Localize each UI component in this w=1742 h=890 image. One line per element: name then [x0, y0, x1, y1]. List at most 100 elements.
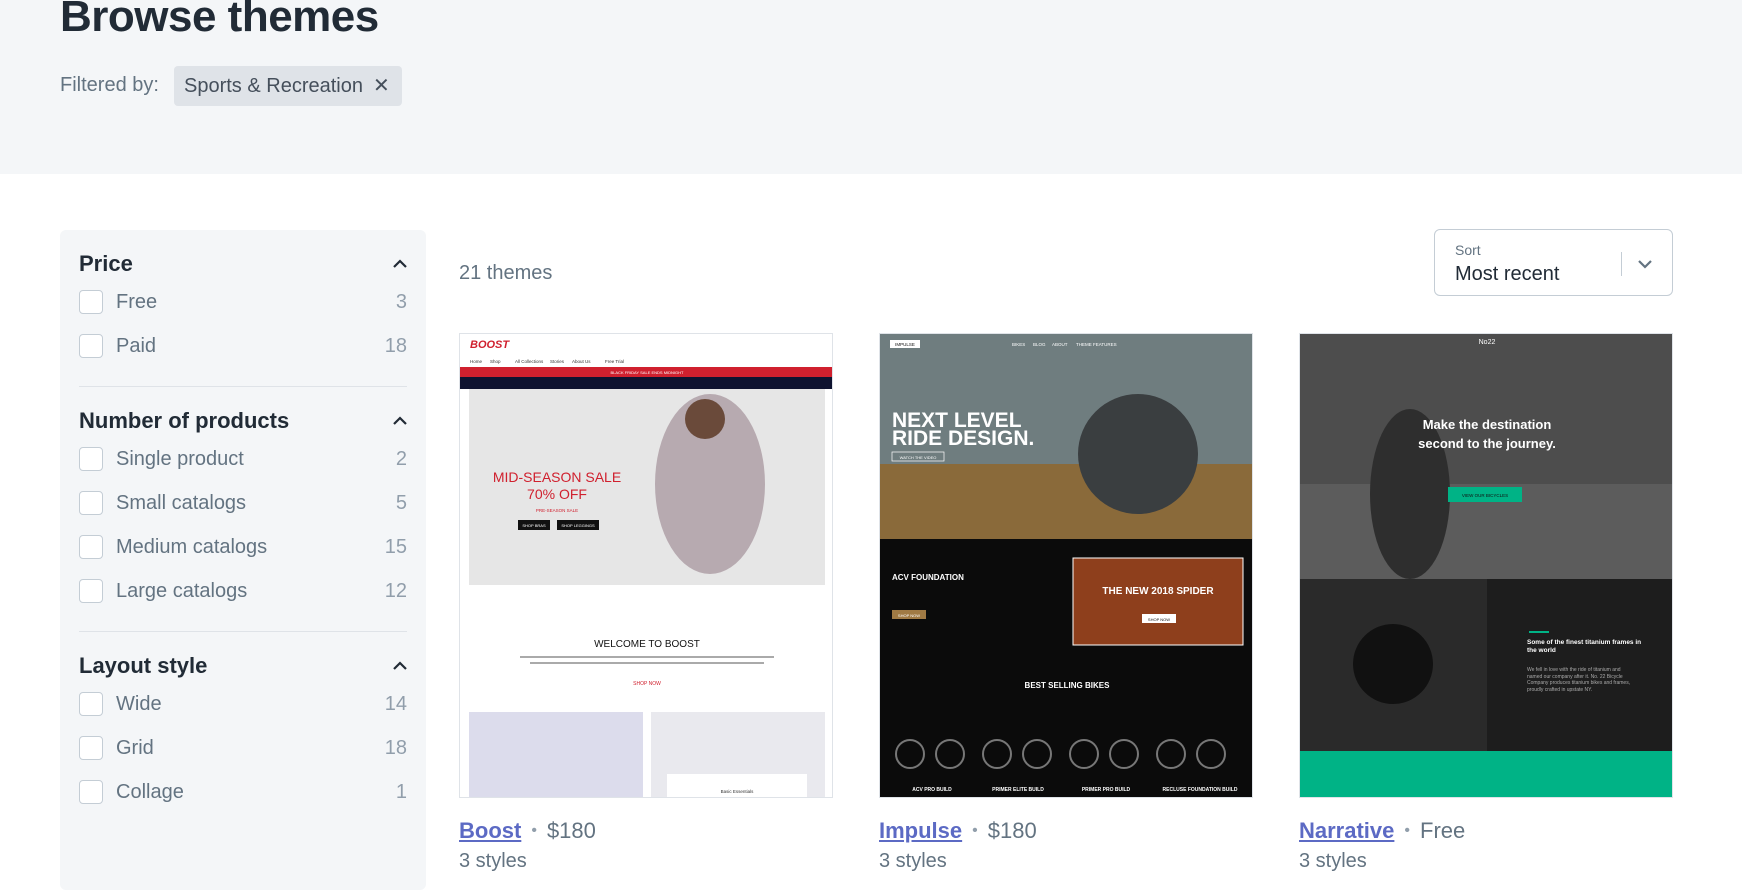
chevron-up-icon[interactable]	[393, 414, 407, 428]
impulse-bike-label: ACV PRO BUILD	[912, 787, 952, 793]
sort-value: Most recent	[1455, 263, 1560, 285]
filter-option-label: Medium catalogs	[116, 535, 268, 558]
filter-option-label: Single product	[116, 447, 244, 470]
filter-option-label: Free	[116, 290, 158, 313]
checkbox[interactable]	[79, 692, 103, 716]
filter-option-paid[interactable]: Paid 18	[79, 324, 407, 368]
theme-card-narrative[interactable]: No22 Make the destination second to the …	[1299, 333, 1673, 873]
theme-preview-image[interactable]: No22 Make the destination second to the …	[1299, 333, 1673, 798]
separator-dot: •	[1404, 822, 1410, 839]
page-header: Browse themes Filtered by: Sports & Recr…	[0, 0, 1742, 174]
theme-card-impulse[interactable]: IMPULSE BIKES BLOG ABOUT THEME FEATURES …	[879, 333, 1253, 873]
theme-styles: 3 styles	[1299, 850, 1367, 872]
boost-nav-item: About Us	[572, 359, 591, 364]
filter-option-large-catalogs[interactable]: Large catalogs 12	[79, 569, 407, 613]
impulse-nav-item: THEME FEATURES	[1076, 342, 1117, 347]
sort-select[interactable]: Sort Most recent	[1434, 229, 1673, 296]
boost-headline-2: 70% OFF	[527, 486, 587, 502]
filter-section-header[interactable]: Number of products	[79, 405, 407, 437]
filter-option-count: 18	[384, 334, 407, 357]
filter-option-count: 18	[384, 736, 407, 759]
boost-banner: BLACK FRIDAY SALE ENDS MIDNIGHT	[611, 370, 685, 375]
boost-subhead: PRE-SEASON SALE	[536, 508, 578, 513]
filter-option-label: Paid	[116, 334, 157, 357]
theme-card-boost[interactable]: BOOST Home Shop All Collections Stories …	[459, 333, 833, 873]
filter-option-label: Small catalogs	[116, 491, 247, 514]
checkbox[interactable]	[79, 780, 103, 804]
boost-tag: Basic Essentials	[721, 789, 755, 794]
theme-meta: Impulse • $180	[879, 818, 1253, 844]
filter-option-count: 2	[395, 447, 407, 470]
filter-option-count: 5	[395, 491, 407, 514]
theme-price: $180	[987, 818, 1037, 843]
filter-option-small-catalogs[interactable]: Small catalogs 5	[79, 481, 407, 525]
filter-option-grid[interactable]: Grid 18	[79, 726, 407, 770]
impulse-promo-1-btn: SHOP NOW	[898, 613, 920, 618]
page-title: Browse themes	[60, 0, 379, 41]
checkbox[interactable]	[79, 447, 103, 471]
impulse-promo-2-btn: SHOP NOW	[1148, 617, 1170, 622]
filter-section-header[interactable]: Price	[79, 248, 407, 280]
theme-name-link[interactable]: Boost	[459, 818, 521, 844]
filter-option-count: 12	[384, 579, 407, 602]
narrative-logo: No22	[1479, 339, 1496, 346]
impulse-best-title: BEST SELLING BIKES	[1025, 681, 1111, 690]
boost-welcome-link: SHOP NOW	[633, 681, 661, 687]
boost-nav-item: Home	[470, 359, 483, 364]
filter-section-title: Layout style	[79, 653, 208, 678]
filter-section-title: Price	[79, 251, 133, 276]
boost-logo: BOOST	[470, 339, 510, 351]
filter-option-wide[interactable]: Wide 14	[79, 682, 407, 726]
theme-preview-image[interactable]: IMPULSE BIKES BLOG ABOUT THEME FEATURES …	[879, 333, 1253, 798]
impulse-bike-label: PRIMER PRO BUILD	[1082, 787, 1131, 793]
filter-option-label: Collage	[116, 780, 184, 803]
chevron-up-icon[interactable]	[393, 257, 407, 271]
checkbox[interactable]	[79, 491, 103, 515]
boost-btn-2: SHOP LEGGINGS	[561, 523, 595, 528]
theme-meta: Boost • $180	[459, 818, 833, 844]
filter-option-free[interactable]: Free 3	[79, 280, 407, 324]
filter-section-price: Price Free 3 Paid 18	[79, 230, 407, 368]
separator-dot: •	[531, 822, 537, 839]
separator-dot: •	[972, 822, 978, 839]
sort-divider	[1621, 252, 1622, 276]
impulse-headline-2: RIDE DESIGN.	[892, 427, 1034, 450]
theme-preview-image[interactable]: BOOST Home Shop All Collections Stories …	[459, 333, 833, 798]
filter-option-count: 14	[384, 692, 407, 715]
boost-nav-item: All Collections	[515, 359, 544, 364]
narrative-headline-1: Make the destination	[1423, 417, 1552, 432]
filter-option-collage[interactable]: Collage 1	[79, 770, 407, 814]
boost-headline-1: MID-SEASON SALE	[493, 469, 621, 485]
theme-name-link[interactable]: Narrative	[1299, 818, 1394, 844]
theme-name-link[interactable]: Impulse	[879, 818, 962, 844]
boost-nav-item: Shop	[490, 359, 501, 364]
filter-option-count: 3	[395, 290, 407, 313]
filter-section-header[interactable]: Layout style	[79, 650, 407, 682]
narrative-feature-title: Some of the finest titanium frames in th…	[1527, 639, 1642, 654]
filter-option-medium-catalogs[interactable]: Medium catalogs 15	[79, 525, 407, 569]
remove-filter-icon[interactable]: ✕	[373, 76, 390, 96]
checkbox[interactable]	[79, 334, 103, 358]
checkbox[interactable]	[79, 290, 103, 314]
chevron-down-icon[interactable]	[1637, 256, 1653, 272]
theme-price: $180	[546, 818, 596, 843]
active-filter-chip[interactable]: Sports & Recreation ✕	[174, 66, 402, 106]
results-count: 21 themes	[459, 262, 553, 284]
boost-btn-1: SHOP BRAS	[522, 523, 546, 528]
boost-welcome: WELCOME TO BOOST	[594, 639, 700, 650]
theme-price: Free	[1420, 818, 1466, 843]
checkbox[interactable]	[79, 579, 103, 603]
impulse-nav-item: BIKES	[1012, 342, 1025, 347]
impulse-bike-label: RECLUSE FOUNDATION BUILD	[1163, 787, 1238, 793]
impulse-hero-btn: WATCH THE VIDEO	[900, 455, 937, 460]
sort-caption: Sort	[1455, 242, 1481, 258]
chevron-up-icon[interactable]	[393, 659, 407, 673]
filter-option-label: Wide	[116, 692, 162, 715]
filter-option-single-product[interactable]: Single product 2	[79, 437, 407, 481]
narrative-headline-2: second to the journey.	[1418, 436, 1556, 451]
checkbox[interactable]	[79, 535, 103, 559]
checkbox[interactable]	[79, 736, 103, 760]
filtered-by-label: Filtered by:	[60, 74, 159, 96]
filter-section-layout-style: Layout style Wide 14 Grid 18 Collage 1	[79, 631, 407, 814]
impulse-logo: IMPULSE	[895, 342, 915, 347]
